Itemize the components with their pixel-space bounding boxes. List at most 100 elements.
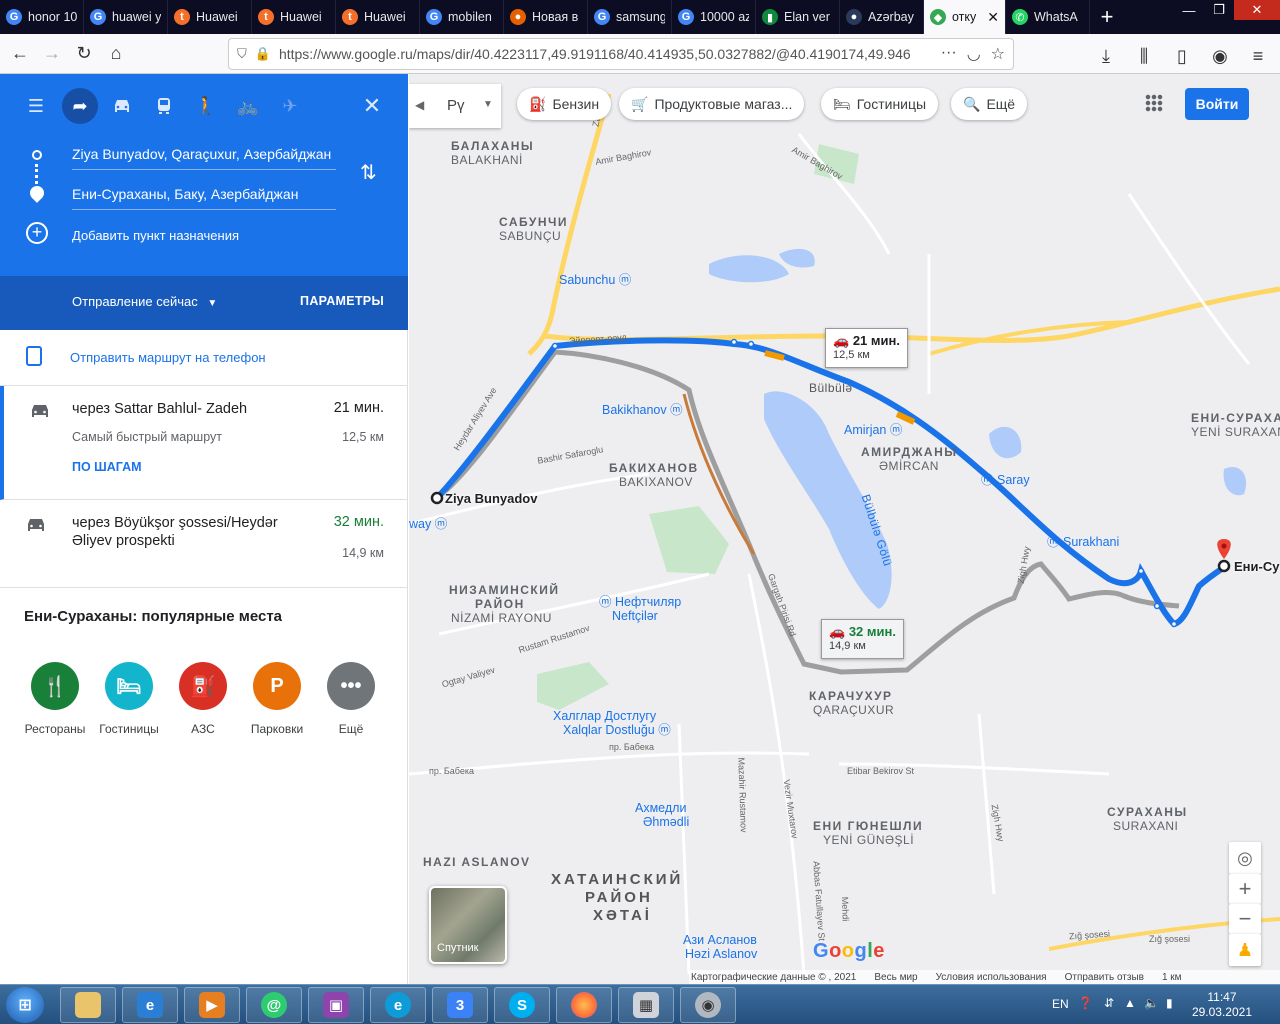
browser-tab[interactable]: ✆ WhatsA: [1006, 0, 1090, 34]
options-button[interactable]: ПАРАМЕТРЫ: [300, 294, 384, 308]
category-parking[interactable]: P Парковки: [240, 662, 314, 736]
origin-field[interactable]: Ziya Bunyadov, Qaraçuxur, Азербайджан: [72, 140, 336, 170]
taskbar-calculator[interactable]: ▦: [618, 987, 674, 1023]
close-tab-icon[interactable]: ✕: [987, 9, 999, 26]
walk-mode-icon[interactable]: 🚶: [188, 88, 224, 124]
sign-in-button[interactable]: Войти: [1185, 88, 1249, 120]
back-icon[interactable]: ←: [4, 38, 36, 70]
send-to-phone-row[interactable]: Отправить маршрут на телефон: [0, 330, 408, 386]
lang-button[interactable]: Рү: [447, 97, 465, 114]
restore-icon[interactable]: ❐: [1204, 0, 1234, 20]
new-tab-icon[interactable]: +: [1090, 0, 1124, 34]
satellite-toggle[interactable]: Спутник: [429, 886, 507, 964]
attribution-item[interactable]: 1 км: [1162, 972, 1182, 983]
tab-label: honor 10: [28, 10, 77, 24]
car-mode-icon[interactable]: [104, 88, 140, 124]
browser-tab[interactable]: t Huawei: [168, 0, 252, 34]
close-directions-icon[interactable]: ✕: [354, 88, 390, 124]
my-location-icon[interactable]: ◎: [1229, 842, 1261, 874]
taskbar-explorer[interactable]: [60, 987, 116, 1023]
minimize-icon[interactable]: —: [1174, 0, 1204, 20]
menu-hamburger-icon[interactable]: ☰: [18, 88, 54, 124]
pegman-icon[interactable]: ♟: [1229, 934, 1261, 966]
menu-icon[interactable]: ≡: [1242, 40, 1274, 72]
browser-tab[interactable]: ▮ Elan ver: [756, 0, 840, 34]
browser-tab[interactable]: ● Azərbay: [840, 0, 924, 34]
route-info-box-fast[interactable]: 🚗 21 мин. 12,5 км: [825, 328, 908, 368]
chip-grocery[interactable]: 🛒 Продуктовые магаз...: [619, 88, 805, 120]
destination-field[interactable]: Ени-Сураханы, Баку, Азербайджан: [72, 180, 336, 210]
browser-tab[interactable]: Ghuawei y: [84, 0, 168, 34]
taskbar-firefox[interactable]: [556, 987, 612, 1023]
home-icon[interactable]: ⌂: [100, 38, 132, 70]
taskbar-media[interactable]: ▶: [184, 987, 240, 1023]
more-dots-icon[interactable]: ···: [941, 44, 957, 64]
add-destination-link[interactable]: Добавить пункт назначения: [72, 228, 239, 243]
chip-more[interactable]: 🔍 Ещё: [951, 88, 1028, 120]
browser-tab[interactable]: Ghonor 10: [0, 0, 84, 34]
category-gas[interactable]: ⛽ АЗС: [166, 662, 240, 736]
browser-tab[interactable]: Gmobilen: [420, 0, 504, 34]
start-label: Ziya Bunyadov: [445, 491, 538, 506]
swap-icon[interactable]: ⇅: [360, 160, 377, 185]
collapse-panel-icon[interactable]: ◀: [415, 98, 424, 112]
departure-bar: Отправление сейчас ▼ ПАРАМЕТРЫ: [0, 276, 408, 330]
network-bars-icon[interactable]: ▮: [1166, 996, 1173, 1010]
volume-icon[interactable]: 🔈: [1144, 996, 1159, 1010]
help-icon[interactable]: ❓: [1078, 996, 1093, 1010]
chip-hotels[interactable]: 🛏 Гостиницы: [821, 88, 939, 120]
bookmark-star-icon[interactable]: ☆: [991, 44, 1005, 64]
best-route-icon[interactable]: ➦: [62, 88, 98, 124]
map-canvas[interactable]: БАЛАХАНЫ BALAKHANİ САБУНЧИ SABUNÇU БАКИХ…: [409, 74, 1280, 984]
step-by-step-link[interactable]: ПО ШАГАМ: [72, 460, 142, 474]
forward-icon[interactable]: →: [36, 38, 68, 70]
zoom-in-button[interactable]: +: [1229, 874, 1261, 904]
taskbar-control[interactable]: ▣: [308, 987, 364, 1023]
taskbar-app3[interactable]: 3: [432, 987, 488, 1023]
apps-grid-icon[interactable]: [1145, 94, 1163, 112]
tray-expand-icon[interactable]: ▲: [1124, 996, 1136, 1010]
network-icon[interactable]: ⇵: [1104, 996, 1114, 1010]
place-label: HAZI ASLANOV: [423, 855, 531, 869]
close-window-icon[interactable]: ✕: [1234, 0, 1280, 20]
flight-mode-icon[interactable]: ✈: [272, 88, 308, 124]
browser-tab[interactable]: ● Новая в: [504, 0, 588, 34]
account-icon[interactable]: ◉: [1204, 40, 1236, 72]
clock[interactable]: 11:47 29.03.2021: [1192, 990, 1252, 1020]
address-bar[interactable]: ⛉ 🔒 https://www.google.ru/maps/dir/40.42…: [228, 38, 1014, 70]
browser-tab[interactable]: t Huawei: [336, 0, 420, 34]
zoom-out-button[interactable]: −: [1229, 904, 1261, 934]
transit-mode-icon[interactable]: [146, 88, 182, 124]
taskbar-ie[interactable]: e: [122, 987, 178, 1023]
category-bed[interactable]: 🛏 Гостиницы: [92, 662, 166, 736]
taskbar-edge[interactable]: e: [370, 987, 426, 1023]
sidebar-icon[interactable]: ▯: [1166, 40, 1198, 72]
browser-tab[interactable]: t Huawei: [252, 0, 336, 34]
bicycle-mode-icon[interactable]: 🚲: [230, 88, 266, 124]
taskbar-skype[interactable]: S: [494, 987, 550, 1023]
browser-tab[interactable]: Gsamsung: [588, 0, 672, 34]
category-fork-knife[interactable]: 🍴 Рестораны: [18, 662, 92, 736]
route-option-2[interactable]: через Böyükşor şossesi/Heydər Əliyev pro…: [0, 500, 408, 588]
taskbar-scanner[interactable]: ◉: [680, 987, 736, 1023]
route-info-box-alt[interactable]: 🚗 32 мин. 14,9 км: [821, 619, 904, 659]
library-icon[interactable]: ⫼: [1128, 40, 1160, 72]
reload-icon[interactable]: ↻: [68, 38, 100, 70]
depart-now-dropdown[interactable]: Отправление сейчас ▼: [72, 294, 217, 309]
start-button[interactable]: ⊞: [6, 987, 44, 1023]
attribution-item[interactable]: Весь мир: [874, 972, 917, 983]
download-icon[interactable]: ⤓: [1090, 40, 1122, 72]
attribution-item[interactable]: Условия использования: [936, 972, 1047, 983]
browser-tab[interactable]: G 10000 az: [672, 0, 756, 34]
chip-fuel[interactable]: ⛽ Бензин: [517, 88, 612, 120]
language-indicator[interactable]: EN: [1052, 997, 1069, 1011]
attribution-item[interactable]: Отправить отзыв: [1065, 972, 1144, 983]
route-option-1[interactable]: через Sattar Bahlul- Zadeh 21 мин. 12,5 …: [0, 386, 408, 500]
lang-caret-icon[interactable]: ▼: [483, 99, 493, 110]
pocket-icon[interactable]: ◡: [967, 44, 981, 64]
taskbar-mail[interactable]: @: [246, 987, 302, 1023]
metro-label: ⓜ Saray: [981, 473, 1030, 487]
category-more[interactable]: ••• Ещё: [314, 662, 388, 736]
browser-tab-active[interactable]: ◆ отку ✕: [924, 0, 1006, 34]
add-destination-icon[interactable]: +: [26, 222, 48, 244]
